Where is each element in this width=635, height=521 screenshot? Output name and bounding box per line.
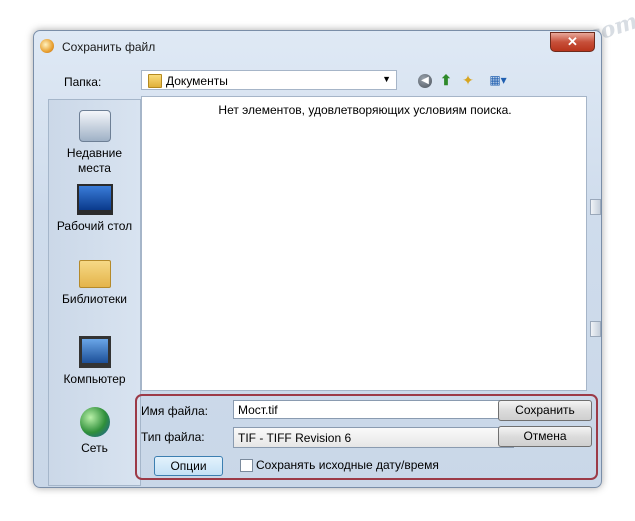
views-menu-icon[interactable]: ▦▾ xyxy=(484,71,512,89)
place-label: Недавние места xyxy=(66,146,123,175)
lookin-value: Документы xyxy=(166,74,228,88)
desktop-icon xyxy=(76,184,113,215)
back-icon[interactable]: ◀ xyxy=(416,71,434,89)
title-bar: Сохранить файл ✕ xyxy=(34,31,601,59)
chevron-down-icon[interactable]: ▼ xyxy=(382,74,391,84)
place-label: Сеть xyxy=(81,441,108,455)
recent-places-icon xyxy=(78,110,111,142)
scroll-up-button[interactable] xyxy=(590,199,601,215)
file-list[interactable]: Нет элементов, удовлетворяющих условиям … xyxy=(141,96,587,391)
empty-message: Нет элементов, удовлетворяющих условиям … xyxy=(218,103,512,117)
lookin-combo[interactable]: Документы ▼ xyxy=(141,70,397,90)
computer-icon xyxy=(78,336,111,368)
place-network[interactable]: Сеть xyxy=(49,407,140,456)
place-recent[interactable]: Недавние места xyxy=(49,110,140,176)
place-libraries[interactable]: Библиотеки xyxy=(49,260,140,307)
close-button[interactable]: ✕ xyxy=(550,32,595,52)
place-label: Библиотеки xyxy=(61,292,127,306)
folder-icon xyxy=(148,74,162,88)
place-computer[interactable]: Компьютер xyxy=(49,336,140,387)
network-icon xyxy=(79,407,110,437)
scroll-down-button[interactable] xyxy=(590,321,601,337)
libraries-icon xyxy=(78,260,111,288)
app-icon xyxy=(40,39,54,53)
highlight-box xyxy=(135,394,598,480)
dialog-title: Сохранить файл xyxy=(62,40,156,54)
place-label: Рабочий стол xyxy=(56,219,133,233)
places-bar: Недавние места Рабочий стол Библиотеки К… xyxy=(48,99,141,486)
place-desktop[interactable]: Рабочий стол xyxy=(49,184,140,234)
up-folder-icon[interactable]: ⬆ xyxy=(437,71,455,89)
place-label: Компьютер xyxy=(63,372,126,386)
new-folder-icon[interactable]: ✦ xyxy=(459,71,477,89)
lookin-label: Папка: xyxy=(64,75,102,89)
